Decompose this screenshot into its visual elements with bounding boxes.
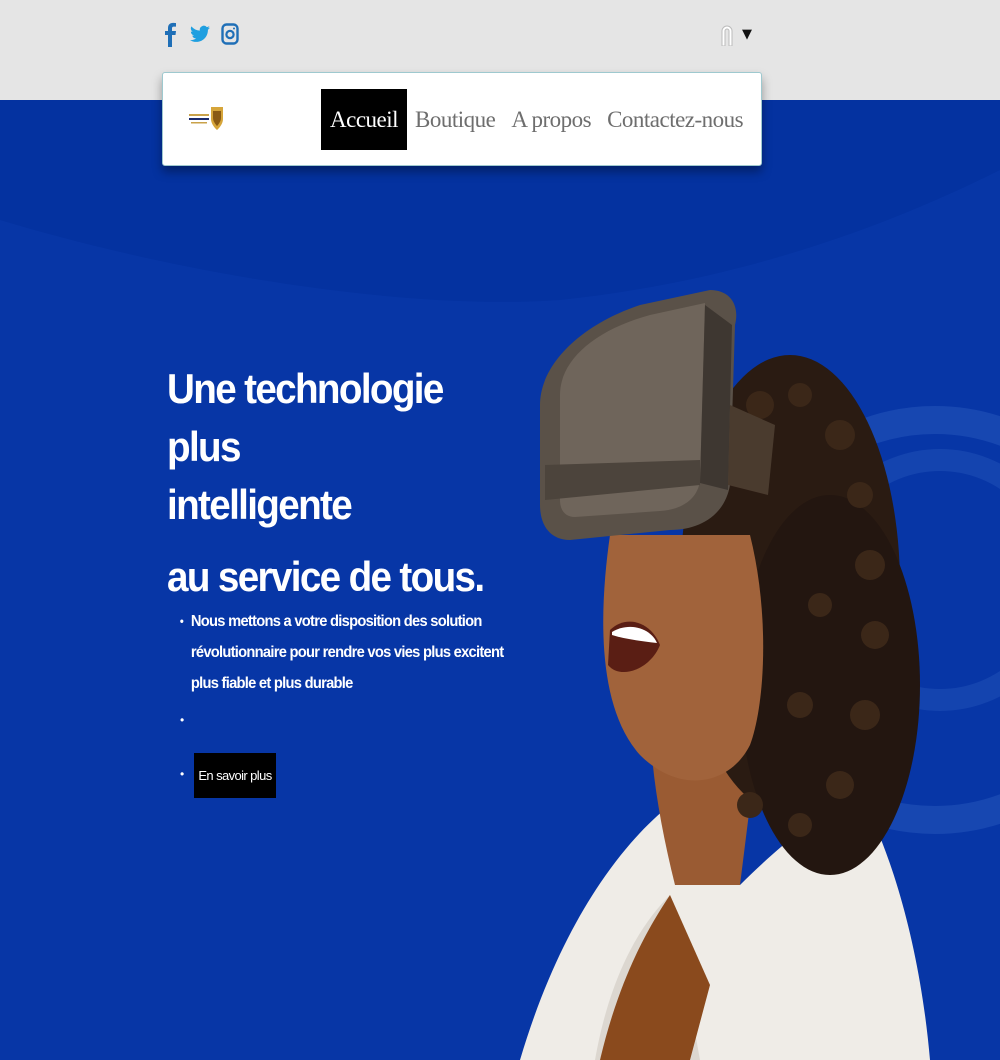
nav-item-contactez-nous[interactable]: Contactez-nous [599, 89, 751, 150]
hero-section: Une technologie plus intelligente au ser… [0, 100, 1000, 1060]
bullet-text-line-3: plus fiable et plus durable [190, 675, 353, 692]
nav-item-a-propos[interactable]: A propos [503, 89, 599, 150]
chevron-down-icon: ▼ [742, 26, 752, 42]
user-menu[interactable]: ▼ [718, 22, 752, 47]
bullet-marker: • [179, 614, 184, 628]
user-icon [718, 22, 736, 47]
nav-item-boutique[interactable]: Boutique [407, 89, 503, 150]
main-navbar: Accueil Boutique A propos Contactez-nous [162, 72, 762, 166]
bullet-marker: • [180, 767, 185, 781]
learn-more-button[interactable]: En savoir plus [194, 753, 276, 798]
headline-line-1: Une technologie plus [167, 365, 444, 470]
list-item: • En savoir plus [178, 753, 498, 799]
bullet-text-line-2: révolutionnaire pour rendre vos vies plu… [190, 644, 504, 661]
nav-menu: Accueil Boutique A propos Contactez-nous [321, 89, 751, 150]
nav-item-accueil[interactable]: Accueil [321, 89, 408, 150]
twitter-icon[interactable] [190, 20, 210, 48]
bullet-text-line-1: Nous mettons a votre disposition des sol… [190, 613, 482, 630]
list-item: • [178, 713, 498, 733]
hero-bullet-list: • Nous mettons a votre disposition des s… [178, 606, 504, 799]
instagram-icon[interactable] [220, 20, 240, 48]
social-links [160, 20, 240, 48]
bullet-marker: • [180, 713, 185, 727]
headline-line-3: au service de tous. [167, 553, 485, 600]
headline-line-2: intelligente [167, 481, 353, 528]
hero-headline: Une technologie plus intelligente au ser… [167, 360, 517, 606]
list-item: • Nous mettons a votre disposition des s… [178, 606, 504, 699]
vr-woman-image [520, 290, 930, 1060]
facebook-icon[interactable] [160, 20, 180, 48]
brand-logo[interactable] [189, 105, 225, 133]
